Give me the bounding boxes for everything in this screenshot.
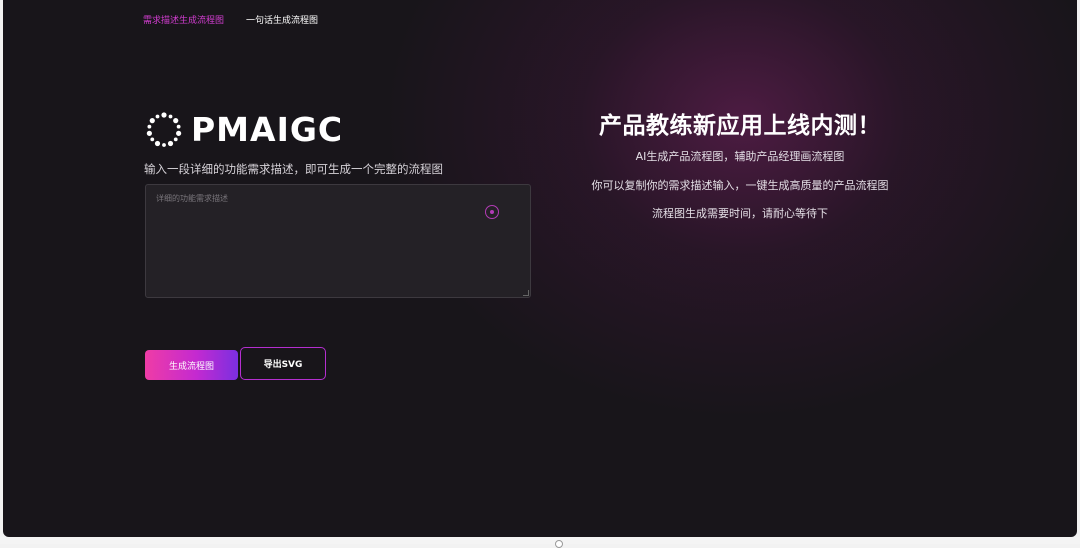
promo-panel: 产品教练新应用上线内测！ AI生成产品流程图，辅助产品经理画流程图 你可以复制你…: [540, 110, 940, 220]
logo-dot: [150, 137, 155, 142]
resize-handle[interactable]: [523, 290, 529, 296]
promo-line-3: 流程图生成需要时间，请耐心等待下: [652, 207, 828, 220]
scroll-indicator-icon: [555, 540, 563, 548]
promo-line-1: AI生成产品流程图，辅助产品经理画流程图: [635, 150, 845, 163]
logo-dot: [149, 118, 155, 124]
logo-text: PMAIGC: [191, 110, 344, 149]
logo-dot: [161, 112, 167, 118]
export-svg-button[interactable]: 导出SVG: [240, 347, 326, 380]
bottom-strip: [0, 537, 1080, 548]
record-icon[interactable]: [485, 205, 499, 219]
logo-dot: [147, 124, 152, 129]
logo-dot: [154, 140, 161, 147]
logo-dot: [168, 114, 173, 119]
generate-flowchart-button[interactable]: 生成流程图: [145, 350, 238, 380]
promo-title: 产品教练新应用上线内测！: [599, 113, 881, 139]
page-subtitle: 输入一段详细的功能需求描述，即可生成一个完整的流程图: [144, 162, 443, 176]
logo-dot: [173, 118, 179, 124]
logo-dot: [176, 130, 182, 136]
top-nav: 需求描述生成流程图 一句话生成流程图: [143, 13, 318, 26]
requirement-input[interactable]: [146, 185, 530, 297]
logo: PMAIGC: [144, 110, 343, 150]
requirement-input-wrapper: [145, 184, 531, 298]
dotted-ring-logo-icon: [146, 112, 182, 147]
logo-dot: [155, 114, 160, 119]
logo-dot: [146, 130, 152, 136]
logo-dot: [167, 140, 174, 147]
tab-requirement-flowchart[interactable]: 需求描述生成流程图: [143, 13, 224, 26]
promo-line-2: 你可以复制你的需求描述输入，一键生成高质量的产品流程图: [591, 179, 889, 192]
logo-dot: [176, 124, 181, 129]
logo-dot: [162, 143, 166, 147]
logo-dot: [173, 137, 178, 142]
app-window: 需求描述生成流程图 一句话生成流程图 PMAIGC 输入一段详细的功能需求描述，…: [3, 0, 1077, 537]
tab-one-sentence-flowchart[interactable]: 一句话生成流程图: [246, 13, 318, 26]
